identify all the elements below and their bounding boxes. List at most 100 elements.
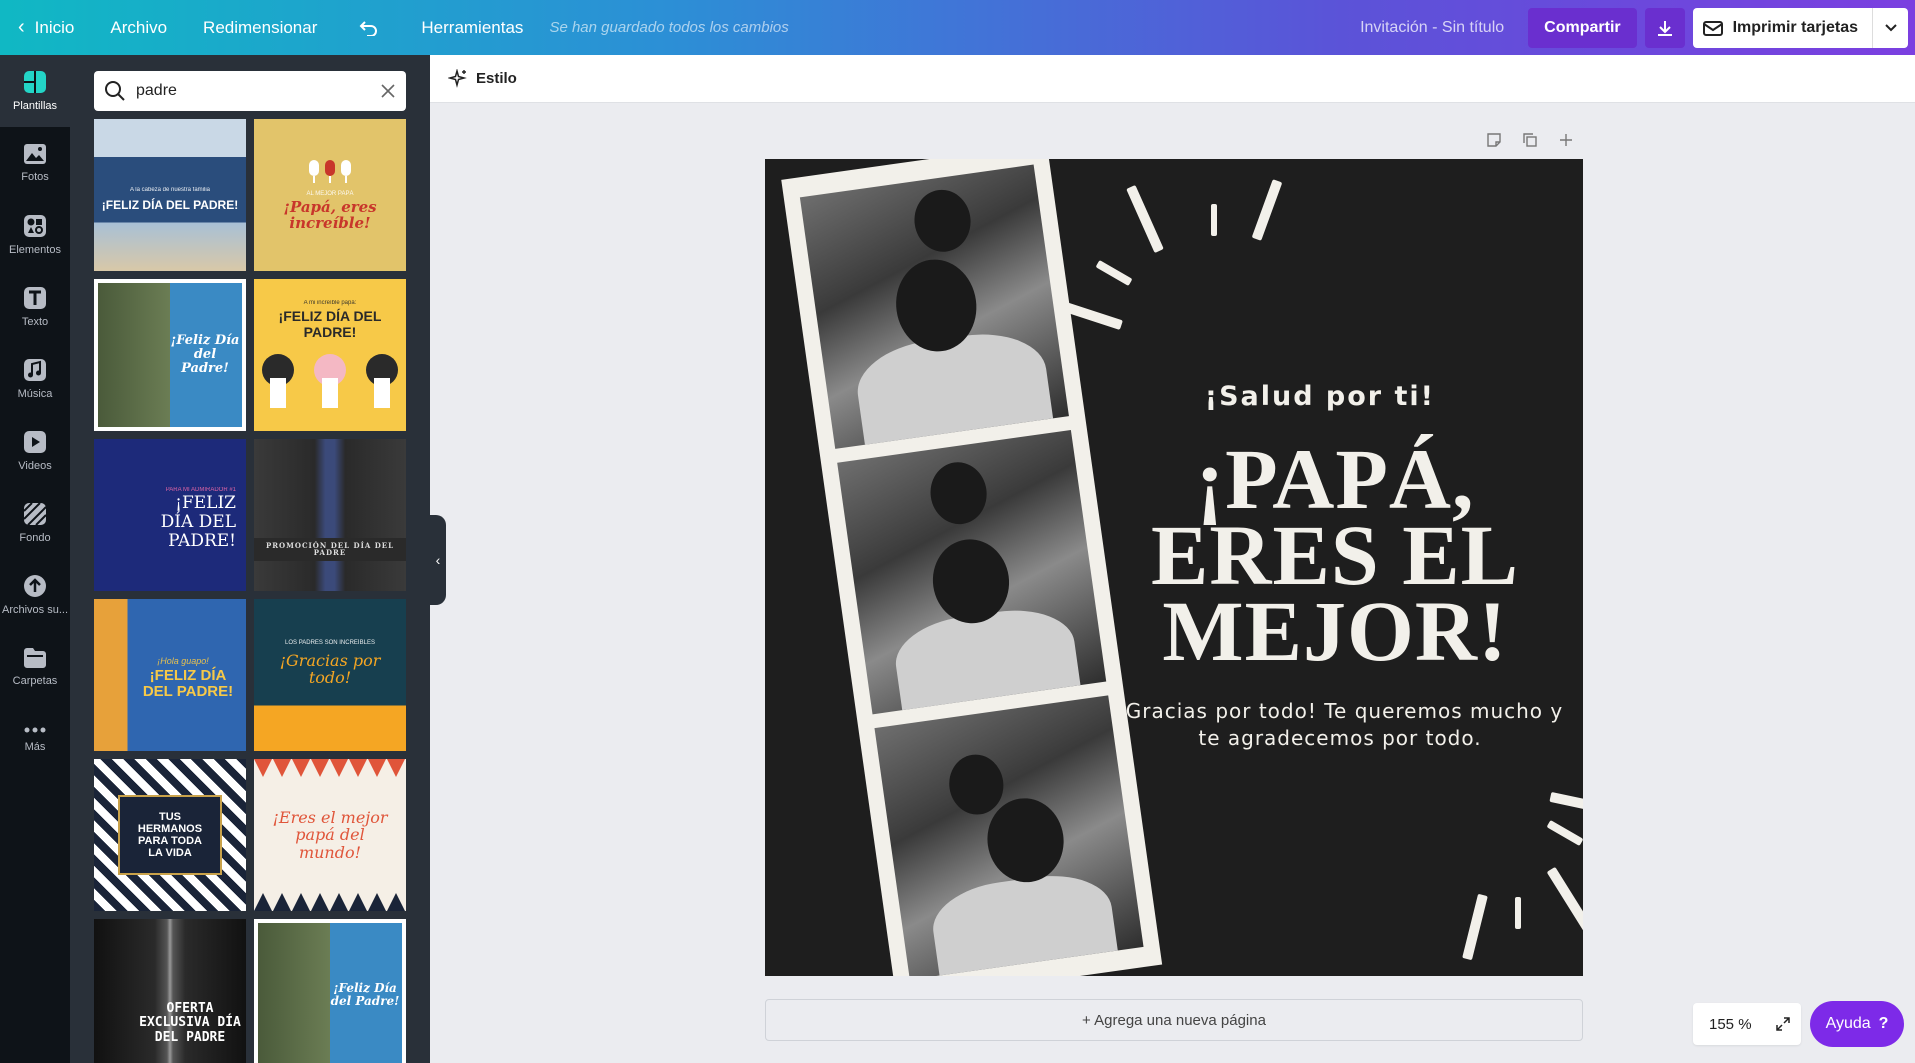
nav-label: Archivos su... [1, 604, 69, 616]
template-title: ¡FELIZ DÍA DEL PADRE! [160, 493, 236, 551]
plus-icon [1560, 134, 1572, 146]
style-label: Estilo [476, 70, 517, 87]
photos-icon [24, 144, 46, 164]
template-card[interactable]: ¡Feliz Día del Padre! [254, 919, 406, 1063]
template-card[interactable]: A mi increíble papá: ¡FELIZ DÍA DEL PADR… [254, 279, 406, 431]
headline-text[interactable]: ¡PAPÁ, ERES EL MEJOR! [1105, 436, 1565, 674]
template-card[interactable]: A la cabeza de nuestra familia ¡FELIZ DÍ… [94, 119, 246, 271]
design-canvas[interactable]: ¡Salud por ti! ¡PAPÁ, ERES EL MEJOR! ¡Gr… [765, 159, 1583, 976]
template-title: ¡Feliz Día del Padre! [330, 980, 400, 1008]
burst-ray [1546, 820, 1583, 846]
ice-cream-icon [262, 354, 398, 409]
add-page-icon-button[interactable] [1556, 130, 1576, 150]
template-card[interactable]: ¡Feliz Día del Padre! [94, 279, 246, 431]
collapse-panel-button[interactable]: ‹ [430, 515, 446, 605]
nav-label: Más [24, 741, 46, 753]
print-options-dropdown[interactable] [1872, 7, 1908, 48]
add-note-button[interactable] [1484, 130, 1504, 150]
undo-button[interactable] [335, 0, 403, 55]
nav-folders[interactable]: Carpetas [0, 631, 70, 703]
save-status: Se han guardado todos los cambios [549, 19, 789, 36]
video-icon [24, 431, 46, 453]
undo-icon [359, 20, 378, 36]
more-icon [24, 727, 46, 733]
template-card[interactable]: LOS PADRES SON INCREÍBLES ¡Gracias por t… [254, 599, 406, 751]
nav-templates[interactable]: Plantillas [0, 55, 70, 127]
music-icon [24, 359, 46, 381]
burst-ray [1462, 893, 1488, 961]
chevron-left-icon: ‹ [18, 16, 25, 38]
template-title: ¡FELIZ DÍA DEL PADRE! [142, 666, 234, 701]
nav-label: Videos [18, 460, 52, 472]
chevron-down-icon [1884, 23, 1897, 31]
side-nav: Plantillas Fotos Elementos Texto Música … [0, 55, 70, 1063]
photo-frame[interactable] [837, 429, 1107, 715]
clear-search-icon[interactable] [380, 83, 396, 99]
triangle-pattern [254, 759, 405, 777]
template-title: ¡Feliz Día del Padre! [170, 332, 240, 377]
file-menu[interactable]: Archivo [92, 0, 185, 55]
nav-label: Música [17, 388, 53, 400]
home-button[interactable]: ‹ Inicio [0, 0, 92, 55]
nav-label: Fondo [19, 532, 51, 544]
editor-app: ‹ Inicio Archivo Redimensionar Herramien… [0, 0, 1915, 1063]
template-title: TUS HERMANOS PARA TODA LA VIDA [118, 794, 222, 876]
nav-uploads[interactable]: Archivos su... [0, 559, 70, 631]
burst-ray [1211, 204, 1217, 236]
nav-videos[interactable]: Videos [0, 415, 70, 487]
nav-elements[interactable]: Elementos [0, 199, 70, 271]
template-card[interactable]: ¡Hola guapo! ¡FELIZ DÍA DEL PADRE! [94, 599, 246, 751]
subtext[interactable]: ¡Gracias por todo! Te queremos mucho y t… [1115, 698, 1565, 752]
toast-text[interactable]: ¡Salud por ti! [765, 381, 1583, 412]
nav-background[interactable]: Fondo [0, 487, 70, 559]
template-card[interactable]: AL MEJOR PAPÁ ¡Papá, eres increíble! [254, 119, 406, 271]
background-icon [23, 502, 47, 526]
zoom-level: 155 % [1709, 1015, 1752, 1033]
help-button[interactable]: Ayuda ? [1810, 1001, 1904, 1047]
template-card[interactable]: ¡Eres el mejor papá del mundo! [254, 759, 406, 911]
text-icon [24, 287, 46, 309]
nav-text[interactable]: Texto [0, 271, 70, 343]
nav-label: Fotos [21, 171, 49, 183]
document-title[interactable]: Invitación - Sin título [1360, 19, 1528, 37]
sparkle-icon [448, 68, 467, 88]
page-tools [1484, 130, 1576, 150]
print-cards-label: Imprimir tarjetas [1732, 18, 1858, 36]
note-icon [1487, 133, 1501, 147]
print-cards-button[interactable]: Imprimir tarjetas [1693, 8, 1872, 48]
duplicate-icon [1523, 133, 1537, 147]
burst-ray [1515, 897, 1521, 929]
photo-frame[interactable] [874, 695, 1144, 976]
nav-more[interactable]: Más [0, 703, 70, 775]
search-input[interactable] [136, 82, 380, 100]
template-card[interactable]: PROMOCIÓN DEL DÍA DEL PADRE [254, 439, 406, 591]
add-page-button[interactable]: + Agrega una nueva página [765, 999, 1583, 1041]
download-button[interactable] [1644, 7, 1685, 48]
template-title: ¡FELIZ DÍA DEL PADRE! [278, 308, 382, 340]
template-title: ¡FELIZ DÍA DEL PADRE! [101, 197, 239, 212]
nav-photos[interactable]: Fotos [0, 127, 70, 199]
nav-music[interactable]: Música [0, 343, 70, 415]
share-button[interactable]: Compartir [1528, 7, 1637, 48]
burst-ray [1546, 866, 1583, 934]
search-icon [105, 81, 125, 101]
template-title: PROMOCIÓN DEL DÍA DEL PADRE [254, 537, 406, 561]
nav-label: Plantillas [12, 100, 58, 112]
zoom-control[interactable]: 155 % [1693, 1003, 1801, 1045]
template-title: OFERTA EXCLUSIVA DÍA DEL PADRE [139, 1001, 241, 1045]
popsicle-icon [309, 160, 351, 184]
expand-icon[interactable] [1775, 1016, 1791, 1032]
duplicate-page-button[interactable] [1520, 130, 1540, 150]
burst-ray [1549, 791, 1583, 811]
folder-icon [24, 648, 46, 668]
nav-label: Elementos [9, 244, 61, 256]
template-card[interactable]: PARA MI ADMIRADOR #1 ¡FELIZ DÍA DEL PADR… [94, 439, 246, 591]
home-label: Inicio [34, 17, 75, 37]
resize-menu[interactable]: Redimensionar [185, 0, 335, 55]
template-caption: ¡Hola guapo! [157, 656, 209, 667]
style-button[interactable]: Estilo [448, 68, 517, 89]
template-card[interactable]: OFERTA EXCLUSIVA DÍA DEL PADRE [94, 919, 246, 1063]
chevron-left-icon: ‹ [435, 552, 441, 568]
template-card[interactable]: TUS HERMANOS PARA TODA LA VIDA [94, 759, 246, 911]
tools-menu[interactable]: Herramientas [403, 0, 541, 55]
